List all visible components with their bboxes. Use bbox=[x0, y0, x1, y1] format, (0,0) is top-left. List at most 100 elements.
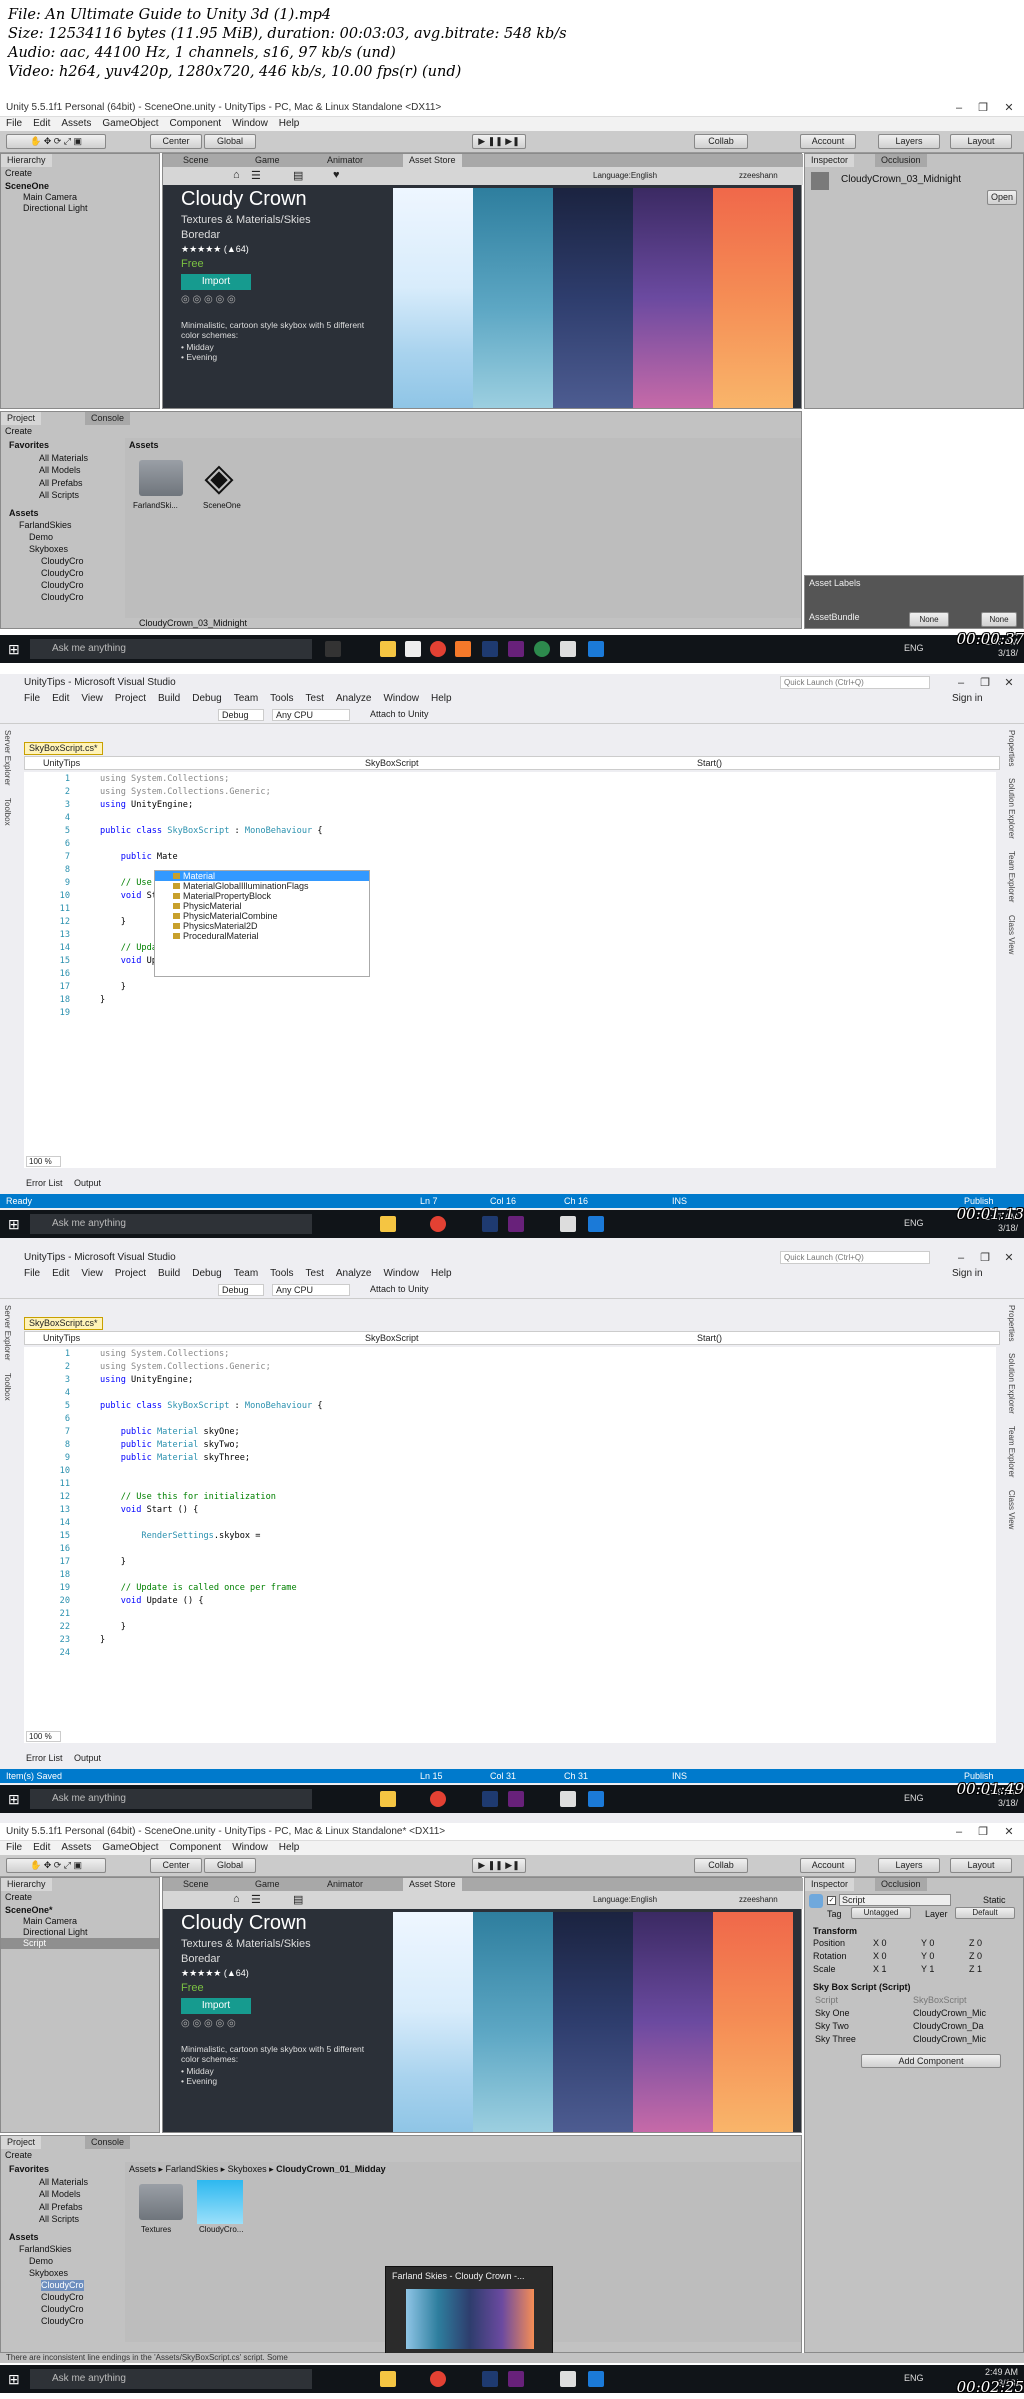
component-header[interactable]: Sky Box Script (Script) bbox=[813, 1982, 911, 1993]
attach-unity-button[interactable]: Attach to Unity bbox=[370, 709, 429, 719]
menu-item[interactable]: Tools bbox=[270, 693, 293, 704]
menu-gameobject[interactable]: GameObject bbox=[102, 118, 158, 129]
blender-icon[interactable] bbox=[455, 641, 471, 657]
visual-studio-icon[interactable] bbox=[508, 1791, 524, 1807]
menu-file[interactable]: File bbox=[6, 1842, 22, 1853]
autocomplete-item[interactable]: MaterialPropertyBlock bbox=[155, 891, 369, 901]
unity-icon[interactable] bbox=[560, 1216, 576, 1232]
language-select[interactable]: Language:English bbox=[593, 1895, 657, 1904]
menu-item[interactable]: View bbox=[81, 1268, 103, 1279]
tree-item-selected[interactable]: CloudyCro bbox=[41, 2280, 84, 2291]
layout-button[interactable]: Layout bbox=[950, 134, 1012, 149]
menu-help[interactable]: Help bbox=[279, 1842, 300, 1853]
favorites-item[interactable]: All Models bbox=[39, 2189, 81, 2200]
autocomplete-item[interactable]: PhysicsMaterial2D bbox=[155, 921, 369, 931]
language-indicator[interactable]: ENG bbox=[904, 643, 924, 653]
language-indicator[interactable]: ENG bbox=[904, 1793, 924, 1803]
close-button[interactable]: ✕ bbox=[998, 674, 1020, 692]
hierarchy-item[interactable]: Main Camera bbox=[23, 192, 77, 203]
tab-occlusion[interactable]: Occlusion bbox=[875, 154, 927, 167]
tree-item[interactable]: CloudyCro bbox=[41, 568, 84, 579]
menu-file[interactable]: File bbox=[6, 118, 22, 129]
explorer-icon[interactable] bbox=[380, 1216, 396, 1232]
class-view-tab[interactable]: Class View bbox=[1004, 1484, 1019, 1535]
close-button[interactable]: ✕ bbox=[998, 1249, 1020, 1267]
properties-tab[interactable]: Properties bbox=[1004, 724, 1019, 772]
autocomplete-item[interactable]: PhysicMaterial bbox=[155, 901, 369, 911]
field-value[interactable]: SkyBoxScript bbox=[913, 1995, 967, 2006]
photoshop-icon[interactable] bbox=[482, 1216, 498, 1232]
create-dropdown[interactable]: Create bbox=[5, 426, 32, 437]
error-list-tab[interactable]: Error List bbox=[26, 1753, 63, 1763]
config-dropdown[interactable]: Debug bbox=[218, 709, 264, 721]
favorites-item[interactable]: All Scripts bbox=[39, 2214, 79, 2225]
folder-icon[interactable] bbox=[139, 460, 183, 496]
list-icon[interactable]: ☰ bbox=[251, 1893, 261, 1906]
tab-inspector[interactable]: Inspector bbox=[805, 154, 855, 167]
menu-item[interactable]: Debug bbox=[192, 1268, 221, 1279]
unity-icon[interactable] bbox=[560, 641, 576, 657]
edge-icon[interactable] bbox=[588, 2371, 604, 2387]
menu-assets[interactable]: Assets bbox=[61, 1842, 91, 1853]
tree-item[interactable]: FarlandSkies bbox=[19, 2244, 72, 2255]
menu-edit[interactable]: Edit bbox=[33, 118, 50, 129]
tab-console[interactable]: Console bbox=[85, 2136, 131, 2149]
hierarchy-item[interactable]: Directional Light bbox=[23, 1927, 88, 1938]
cortana-search[interactable]: Ask me anything bbox=[30, 639, 312, 659]
chrome-icon[interactable] bbox=[430, 2371, 446, 2387]
create-dropdown[interactable]: Create bbox=[5, 1892, 32, 1903]
task-view-icon[interactable] bbox=[325, 641, 341, 657]
cortana-search[interactable]: Ask me anything bbox=[30, 1789, 312, 1809]
open-button[interactable]: Open bbox=[987, 190, 1017, 205]
windows-icon[interactable]: ⊞ bbox=[8, 641, 20, 658]
favorites-item[interactable]: All Models bbox=[39, 465, 81, 476]
unity-icon[interactable] bbox=[560, 2371, 576, 2387]
language-select[interactable]: Language:English bbox=[593, 171, 657, 180]
menu-item[interactable]: Window bbox=[383, 1268, 419, 1279]
hierarchy-item-selected[interactable]: Script bbox=[1, 1938, 159, 1949]
assets-root[interactable]: Assets bbox=[9, 2232, 39, 2243]
asset-label[interactable]: CloudyCro... bbox=[199, 2224, 243, 2235]
properties-tab[interactable]: Properties bbox=[1004, 1299, 1019, 1347]
cart-icon[interactable]: ▤ bbox=[293, 1893, 303, 1906]
menu-item[interactable]: Project bbox=[115, 1268, 146, 1279]
favorites-item[interactable]: All Prefabs bbox=[39, 478, 83, 489]
maximize-button[interactable]: ❐ bbox=[974, 674, 996, 692]
photoshop-icon[interactable] bbox=[482, 1791, 498, 1807]
platform-dropdown[interactable]: Any CPU bbox=[272, 709, 351, 721]
tab-game[interactable]: Game bbox=[249, 1878, 286, 1891]
assets-root[interactable]: Assets bbox=[9, 508, 39, 519]
menu-item[interactable]: Analyze bbox=[336, 693, 372, 704]
menu-item[interactable]: Window bbox=[383, 693, 419, 704]
share-icons[interactable]: ◎ ◎ ◎ ◎ ◎ bbox=[181, 294, 236, 305]
solution-explorer-tab[interactable]: Solution Explorer bbox=[1004, 772, 1019, 845]
import-button[interactable]: Import bbox=[181, 1998, 251, 2014]
layout-button[interactable]: Layout bbox=[950, 1858, 1012, 1873]
tree-item[interactable]: CloudyCro bbox=[41, 556, 84, 567]
quick-launch-input[interactable]: Quick Launch (Ctrl+Q) bbox=[780, 1251, 930, 1264]
tree-item[interactable]: Skyboxes bbox=[29, 544, 68, 555]
windows-icon[interactable]: ⊞ bbox=[8, 2371, 20, 2388]
console-warning[interactable]: There are inconsistent line endings in t… bbox=[0, 2353, 1024, 2363]
autocomplete-item[interactable]: PhysicMaterialCombine bbox=[155, 911, 369, 921]
tab-animator[interactable]: Animator bbox=[321, 1878, 370, 1891]
tab-scene[interactable]: Scene bbox=[177, 1878, 215, 1891]
menu-assets[interactable]: Assets bbox=[61, 118, 91, 129]
asset-variant-dropdown[interactable]: None bbox=[981, 612, 1017, 627]
explorer-icon[interactable] bbox=[380, 641, 396, 657]
menu-item[interactable]: Help bbox=[431, 693, 452, 704]
tab-project[interactable]: Project bbox=[1, 2136, 42, 2149]
unity-scene-icon[interactable]: ◈ bbox=[199, 456, 239, 500]
transform-z[interactable]: Z 1 bbox=[969, 1964, 982, 1975]
photoshop-icon[interactable] bbox=[482, 641, 498, 657]
breadcrumb-item[interactable]: Skyboxes bbox=[228, 2164, 267, 2174]
edge-icon[interactable] bbox=[588, 1791, 604, 1807]
menu-component[interactable]: Component bbox=[170, 118, 222, 129]
team-explorer-tab[interactable]: Team Explorer bbox=[1004, 1420, 1019, 1484]
minimize-button[interactable]: – bbox=[950, 1249, 972, 1267]
tree-item[interactable]: CloudyCro bbox=[41, 592, 84, 603]
document-tab[interactable]: SkyBoxScript.cs* bbox=[24, 742, 103, 755]
language-indicator[interactable]: ENG bbox=[904, 2373, 924, 2383]
project-nav[interactable]: UnityTips bbox=[43, 1332, 80, 1344]
favorites-item[interactable]: All Scripts bbox=[39, 490, 79, 501]
